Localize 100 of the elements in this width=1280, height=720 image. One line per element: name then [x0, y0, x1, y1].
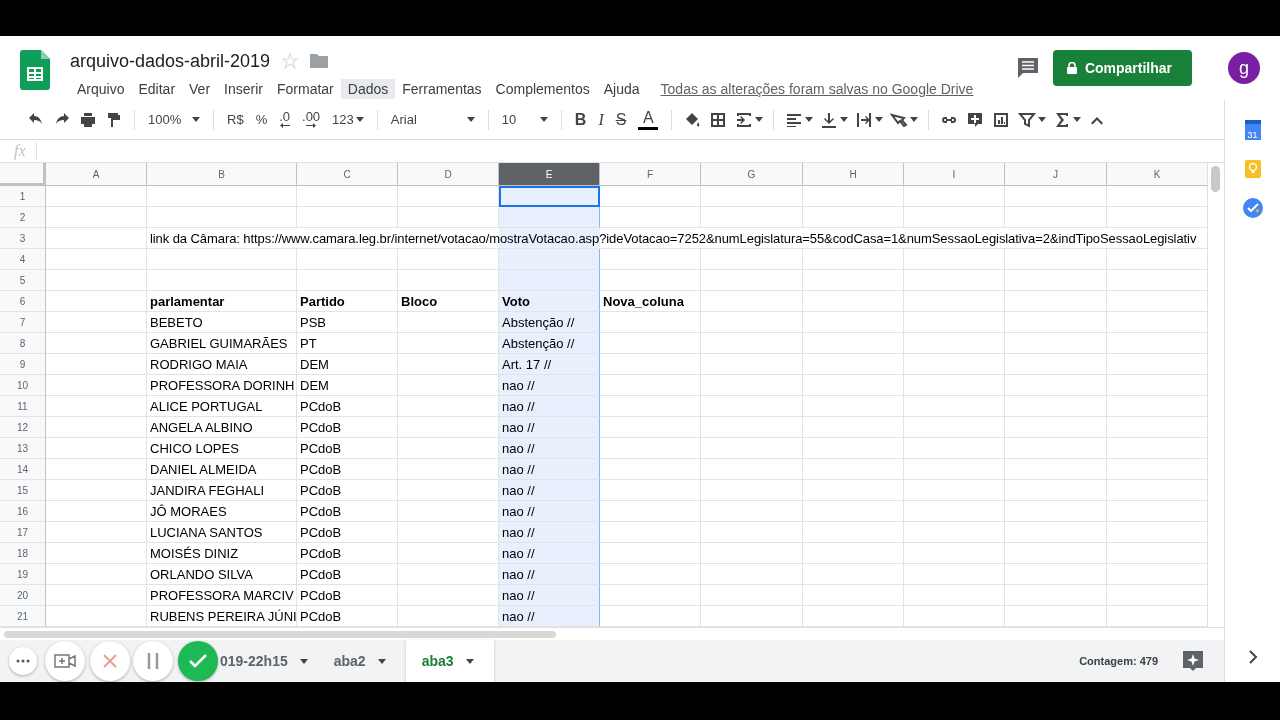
sheet-tab[interactable]: aba2 [327, 640, 406, 682]
table-cell[interactable]: PCdoB [297, 501, 398, 522]
table-cell[interactable]: Art. 17 // [499, 354, 600, 375]
row-header[interactable]: 15 [0, 480, 46, 501]
table-cell[interactable]: nao // [499, 375, 600, 396]
table-cell[interactable]: PCdoB [297, 606, 398, 627]
menu-item[interactable]: Inserir [217, 79, 270, 99]
comment-icon[interactable] [1016, 57, 1039, 79]
row-header[interactable]: 10 [0, 375, 46, 396]
column-header[interactable]: C [297, 163, 398, 186]
text-color-button[interactable]: A [635, 109, 662, 130]
column-header[interactable]: J [1005, 163, 1107, 186]
table-cell[interactable]: Abstenção // [499, 312, 600, 333]
column-header[interactable]: I [904, 163, 1005, 186]
table-cell[interactable]: CHICO LOPES [147, 438, 297, 459]
sheet-tab[interactable]: 019-22h15 [214, 640, 328, 682]
table-cell[interactable]: nao // [499, 501, 600, 522]
save-status-link[interactable]: Todas as alterações foram salvas no Google Drive [660, 81, 974, 97]
table-cell[interactable]: PCdoB [297, 438, 398, 459]
row-header[interactable]: 6 [0, 291, 46, 312]
table-cell[interactable]: LUCIANA SANTOS [147, 522, 297, 543]
table-cell[interactable]: ORLANDO SILVA [147, 564, 297, 585]
table-cell[interactable]: Partido [297, 291, 398, 312]
share-button[interactable]: Compartilhar [1052, 50, 1192, 86]
column-header[interactable]: D [398, 163, 499, 186]
table-cell[interactable]: Abstenção // [499, 333, 600, 354]
table-cell[interactable]: PCdoB [297, 522, 398, 543]
table-cell[interactable]: MOISÉS DINIZ [147, 543, 297, 564]
table-cell[interactable]: nao // [499, 522, 600, 543]
menu-item[interactable]: Dados [340, 79, 396, 99]
add-camera-button[interactable] [45, 641, 85, 681]
folder-icon[interactable] [310, 54, 329, 68]
font-dropdown[interactable]: Arial [387, 105, 478, 134]
increase-decimal-button[interactable]: .00 [299, 111, 324, 128]
table-cell[interactable]: parlamentar [147, 291, 297, 312]
bold-button[interactable]: B [571, 105, 590, 134]
menu-item[interactable]: Formatar [269, 79, 341, 99]
table-cell[interactable]: nao // [499, 396, 600, 417]
format-button[interactable]: R$ [224, 105, 247, 134]
task-check-icon[interactable] [1242, 198, 1263, 218]
menu-item[interactable]: Ver [182, 79, 218, 99]
table-cell[interactable]: GABRIEL GUIMARÃES [147, 333, 297, 354]
column-header[interactable]: E [499, 163, 600, 186]
row-header[interactable]: 1 [0, 186, 46, 207]
table-cell[interactable]: PROFESSORA DORINH [147, 375, 297, 396]
menu-item[interactable]: Ferramentas [395, 79, 489, 99]
count-label[interactable]: Contagem: 479 [1079, 640, 1158, 682]
table-cell[interactable]: PCdoB [297, 543, 398, 564]
calendar-icon[interactable]: 31 [1244, 120, 1261, 140]
table-cell[interactable]: PCdoB [297, 459, 398, 480]
column-header[interactable]: G [701, 163, 803, 186]
table-cell[interactable] [499, 249, 600, 270]
table-cell[interactable]: RUBENS PEREIRA JÚNI [147, 606, 297, 627]
row-header[interactable]: 11 [0, 396, 46, 417]
row-header[interactable]: 20 [0, 585, 46, 606]
column-header[interactable]: B [147, 163, 297, 186]
table-cell[interactable]: ANGELA ALBINO [147, 417, 297, 438]
table-cell[interactable]: PROFESSORA MARCIV [147, 585, 297, 606]
explore-icon[interactable] [1182, 650, 1204, 672]
row-header[interactable]: 8 [0, 333, 46, 354]
row-header[interactable]: 12 [0, 417, 46, 438]
sheet-tab[interactable]: aba3 [405, 640, 494, 682]
table-cell[interactable]: BEBETO [147, 312, 297, 333]
table-cell[interactable]: Voto [499, 291, 600, 312]
row-header[interactable]: 2 [0, 207, 46, 228]
row-header[interactable]: 14 [0, 459, 46, 480]
active-cell[interactable] [499, 186, 600, 207]
row-header[interactable]: 17 [0, 522, 46, 543]
select-all-corner[interactable] [0, 163, 46, 186]
checkmark-button[interactable] [178, 641, 218, 681]
row-header[interactable]: 16 [0, 501, 46, 522]
close-button[interactable] [90, 641, 130, 681]
table-cell[interactable]: ALICE PORTUGAL [147, 396, 297, 417]
table-cell[interactable]: nao // [499, 564, 600, 585]
column-header[interactable]: F [600, 163, 701, 186]
strikethrough-button[interactable]: S [612, 105, 630, 134]
table-cell[interactable]: nao // [499, 585, 600, 606]
table-cell[interactable] [499, 207, 600, 228]
zoom-dropdown[interactable]: 100% [145, 105, 203, 134]
column-header[interactable]: H [803, 163, 904, 186]
table-cell[interactable]: PT [297, 333, 398, 354]
column-header[interactable]: K [1107, 163, 1207, 186]
table-cell[interactable]: nao // [499, 438, 600, 459]
table-cell[interactable]: DEM [297, 375, 398, 396]
table-cell[interactable]: nao // [499, 417, 600, 438]
document-title[interactable]: arquivo-dados-abril-2019 [70, 50, 271, 72]
scrollbar-thumb[interactable] [4, 631, 556, 638]
table-cell[interactable]: nao // [499, 480, 600, 501]
decrease-decimal-button[interactable]: .0 [276, 111, 294, 128]
row-header[interactable]: 18 [0, 543, 46, 564]
lightbulb-icon[interactable] [1244, 160, 1261, 178]
number-format-dropdown[interactable]: 123 [329, 105, 367, 134]
table-cell[interactable]: PCdoB [297, 585, 398, 606]
row-header[interactable]: 13 [0, 438, 46, 459]
menu-item[interactable]: Editar [131, 79, 183, 99]
table-cell[interactable]: JÔ MORAES [147, 501, 297, 522]
scrollbar-thumb[interactable] [1211, 166, 1220, 192]
table-cell[interactable] [499, 270, 600, 291]
spreadsheet-logo[interactable] [20, 50, 50, 90]
menu-item[interactable]: Arquivo [70, 79, 132, 99]
